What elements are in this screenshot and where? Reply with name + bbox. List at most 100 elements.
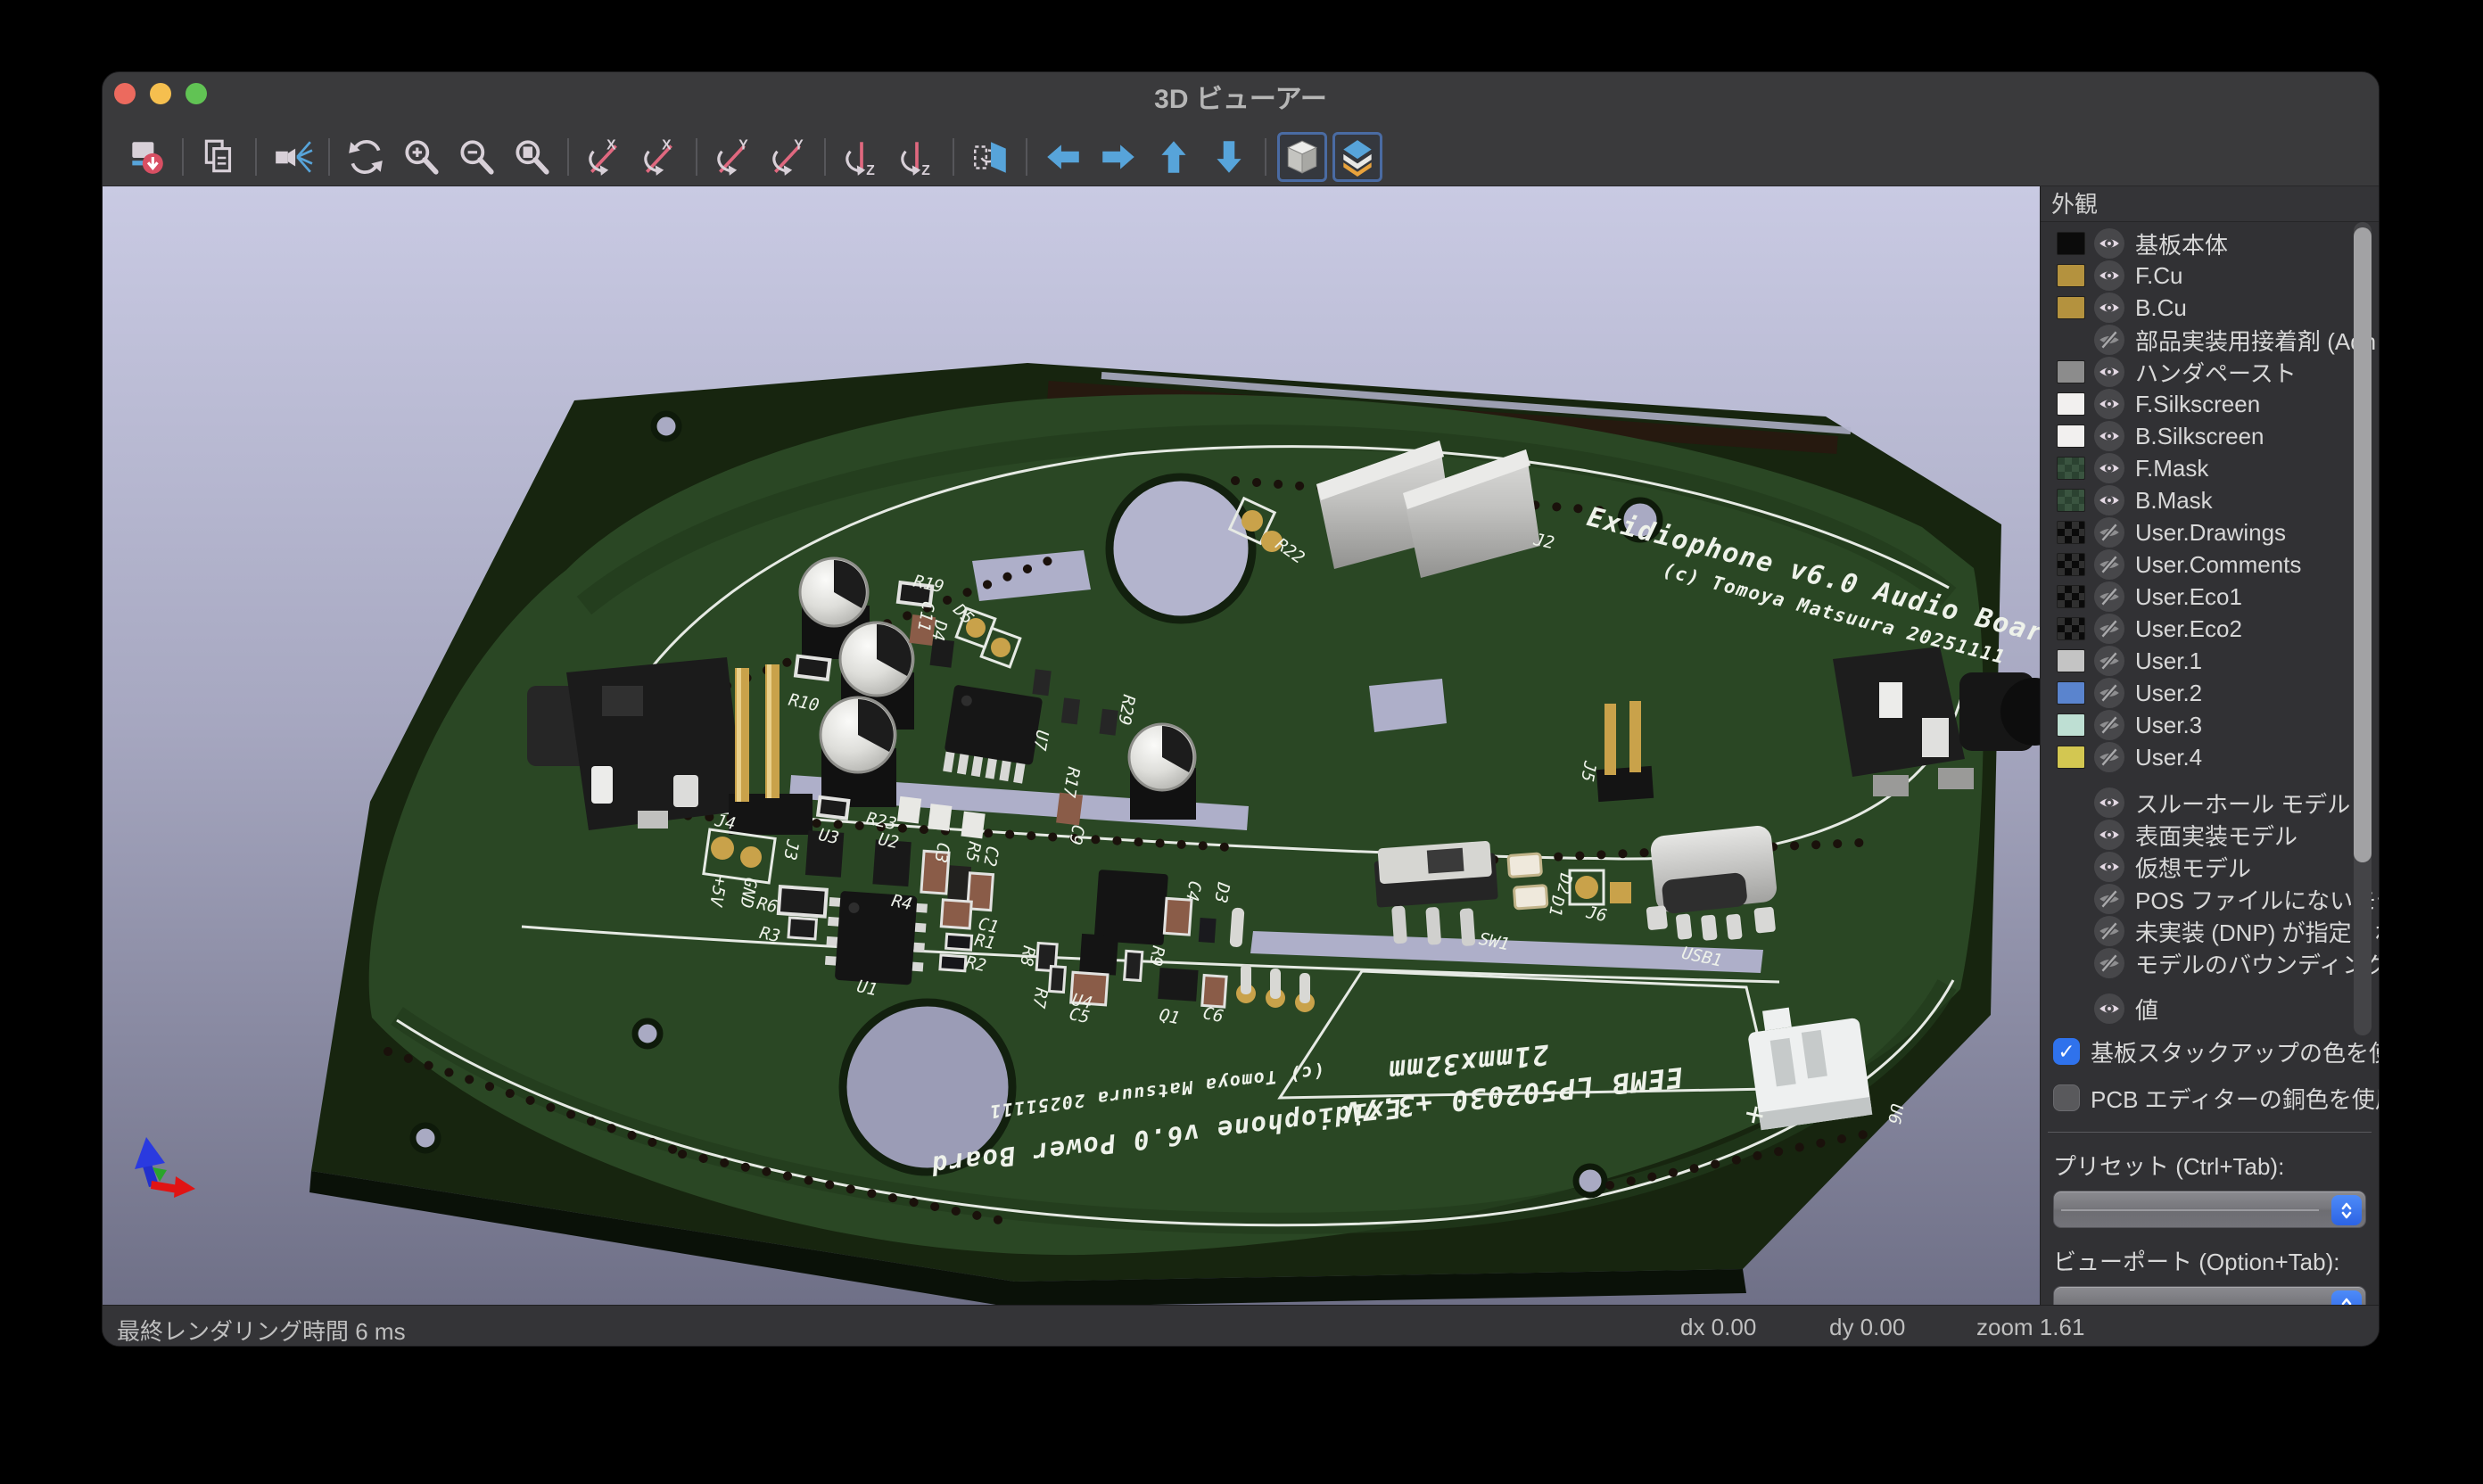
- rotate-z-ccw-button[interactable]: Z: [892, 132, 942, 182]
- layer-color-swatch[interactable]: [2057, 617, 2085, 640]
- eye-visible-icon[interactable]: [2094, 787, 2124, 818]
- eye-hidden-icon[interactable]: [2094, 517, 2124, 548]
- layer-label: POS ファイルにないモデ: [2135, 883, 2379, 915]
- layer-row--: モデルのバウンディング: [2041, 947, 2379, 979]
- svg-text:Y: Y: [794, 137, 804, 153]
- eye-hidden-icon[interactable]: [2094, 710, 2124, 740]
- layer-color-swatch[interactable]: [2057, 457, 2085, 480]
- layer-color-swatch[interactable]: [2057, 585, 2085, 608]
- rotate-y-cw-button[interactable]: Y: [708, 132, 758, 182]
- pan-left-icon: [1043, 136, 1084, 177]
- eye-visible-icon[interactable]: [2094, 852, 2124, 882]
- rotate-z-cw-button[interactable]: Z: [837, 132, 887, 182]
- layer-color-swatch[interactable]: [2057, 360, 2085, 383]
- eye-visible-icon[interactable]: [2094, 293, 2124, 323]
- eye-hidden-icon[interactable]: [2094, 948, 2124, 978]
- copy-image-button[interactable]: [194, 132, 244, 182]
- eye-hidden-icon[interactable]: [2094, 916, 2124, 946]
- eye-hidden-icon[interactable]: [2094, 581, 2124, 612]
- eye-visible-icon[interactable]: [2094, 260, 2124, 291]
- zoom-in-button[interactable]: [396, 132, 446, 182]
- layer-row-b.mask: B.Mask: [2041, 484, 2379, 516]
- eye-visible-icon[interactable]: [2094, 421, 2124, 451]
- checkbox-pcb-copper-colors[interactable]: [2053, 1084, 2080, 1111]
- component-label-r1: R1: [973, 930, 997, 953]
- pan-up-button[interactable]: [1149, 132, 1199, 182]
- layer-label: User.Eco2: [2135, 615, 2242, 643]
- layer-color-swatch[interactable]: [2057, 681, 2085, 705]
- layer-list-scrollbar-thumb[interactable]: [2354, 227, 2372, 862]
- eye-hidden-icon[interactable]: [2094, 549, 2124, 580]
- layer-label: F.Silkscreen: [2135, 391, 2260, 418]
- toolbar-separator: [567, 138, 569, 176]
- flip-board-button[interactable]: [965, 132, 1015, 182]
- layer-label: User.1: [2135, 647, 2202, 675]
- layer-color-swatch[interactable]: [2057, 489, 2085, 512]
- layer-color-swatch[interactable]: [2057, 713, 2085, 737]
- titlebar: 3D ビューアー: [103, 72, 2379, 128]
- layer-label: 基板本体: [2135, 227, 2228, 260]
- layer-color-swatch[interactable]: [2057, 746, 2085, 769]
- eye-hidden-icon[interactable]: [2094, 742, 2124, 772]
- layer-row-f.cu: F.Cu: [2041, 260, 2379, 292]
- eye-hidden-icon[interactable]: [2094, 646, 2124, 676]
- eye-hidden-icon[interactable]: [2094, 884, 2124, 914]
- layer-label: F.Mask: [2135, 455, 2208, 482]
- layer-color-swatch[interactable]: [2057, 553, 2085, 576]
- layer-color-swatch[interactable]: [2057, 649, 2085, 672]
- status-bar: 最終レンダリング時間 6 ms dx 0.00 dy 0.00 zoom 1.6…: [103, 1305, 2379, 1347]
- toggle-appearance-panel-icon: [1337, 136, 1378, 177]
- component-label-c3: C3: [930, 841, 953, 864]
- layer-row--dnp-: 未実装 (DNP) が指定され: [2041, 915, 2379, 947]
- svg-text:X: X: [662, 137, 672, 153]
- pan-left-button[interactable]: [1038, 132, 1088, 182]
- eye-visible-icon[interactable]: [2094, 228, 2124, 259]
- toggle-orthographic-button[interactable]: [1277, 132, 1327, 182]
- rotate-x-cw-button[interactable]: X: [580, 132, 630, 182]
- eye-visible-icon[interactable]: [2094, 485, 2124, 515]
- rotate-x-ccw-button[interactable]: X: [635, 132, 685, 182]
- appearance-panel-header: 外観: [2041, 186, 2379, 222]
- eye-visible-icon[interactable]: [2094, 820, 2124, 850]
- eye-visible-icon[interactable]: [2094, 453, 2124, 483]
- layer-row-f.silkscreen: F.Silkscreen: [2041, 388, 2379, 420]
- pan-right-button[interactable]: [1093, 132, 1143, 182]
- checkbox-stackup-colors[interactable]: ✓: [2053, 1038, 2080, 1065]
- zoom-to-fit-button[interactable]: [507, 132, 557, 182]
- toggle-appearance-panel-button[interactable]: [1332, 132, 1382, 182]
- toggle-orthographic-icon: [1282, 136, 1323, 177]
- eye-hidden-icon[interactable]: [2094, 614, 2124, 644]
- checkbox-row-pcb-copper-colors[interactable]: PCB エディターの銅色を使用: [2041, 1078, 2379, 1117]
- 3d-viewport[interactable]: R19C11D4D5R10R23U7R29R17C9J4R22J2J5+5VGN…: [103, 186, 2040, 1305]
- layer-color-swatch[interactable]: [2057, 232, 2085, 255]
- rotate-z-cw-icon: Z: [841, 136, 882, 177]
- layer-color-swatch[interactable]: [2057, 425, 2085, 448]
- component-label-c9: C9: [1065, 823, 1088, 846]
- eye-visible-icon[interactable]: [2094, 357, 2124, 387]
- checkbox-row-stackup-colors[interactable]: ✓ 基板スタックアップの色を使用: [2041, 1032, 2379, 1071]
- layer-row-b.cu: B.Cu: [2041, 292, 2379, 324]
- component-label-d1: D1: [1545, 894, 1568, 918]
- pan-right-icon: [1098, 136, 1139, 177]
- layer-color-swatch[interactable]: [2057, 521, 2085, 544]
- preset-stepper-icon[interactable]: [2331, 1195, 2362, 1225]
- rotate-y-ccw-button[interactable]: Y: [763, 132, 813, 182]
- pcb-3d-scene: R19C11D4D5R10R23U7R29R17C9J4R22J2J5+5VGN…: [103, 186, 2040, 1305]
- eye-hidden-icon[interactable]: [2094, 325, 2124, 355]
- layer-color-swatch[interactable]: [2057, 296, 2085, 319]
- eye-visible-icon[interactable]: [2094, 389, 2124, 419]
- layer-label: モデルのバウンディング: [2135, 947, 2379, 979]
- export-board-button[interactable]: [121, 132, 171, 182]
- preset-dropdown[interactable]: [2053, 1191, 2366, 1228]
- axis-orientation-gizmo: [135, 1137, 195, 1198]
- raytrace-render-button[interactable]: [268, 132, 318, 182]
- layer-color-swatch[interactable]: [2057, 392, 2085, 416]
- component-label-r4: R4: [890, 891, 914, 914]
- zoom-out-button[interactable]: [451, 132, 501, 182]
- eye-hidden-icon[interactable]: [2094, 678, 2124, 708]
- refresh-view-button[interactable]: [341, 132, 391, 182]
- eye-visible-icon[interactable]: [2094, 993, 2124, 1024]
- layer-color-swatch[interactable]: [2057, 264, 2085, 287]
- pan-down-button[interactable]: [1204, 132, 1254, 182]
- layer-row-f.mask: F.Mask: [2041, 452, 2379, 484]
